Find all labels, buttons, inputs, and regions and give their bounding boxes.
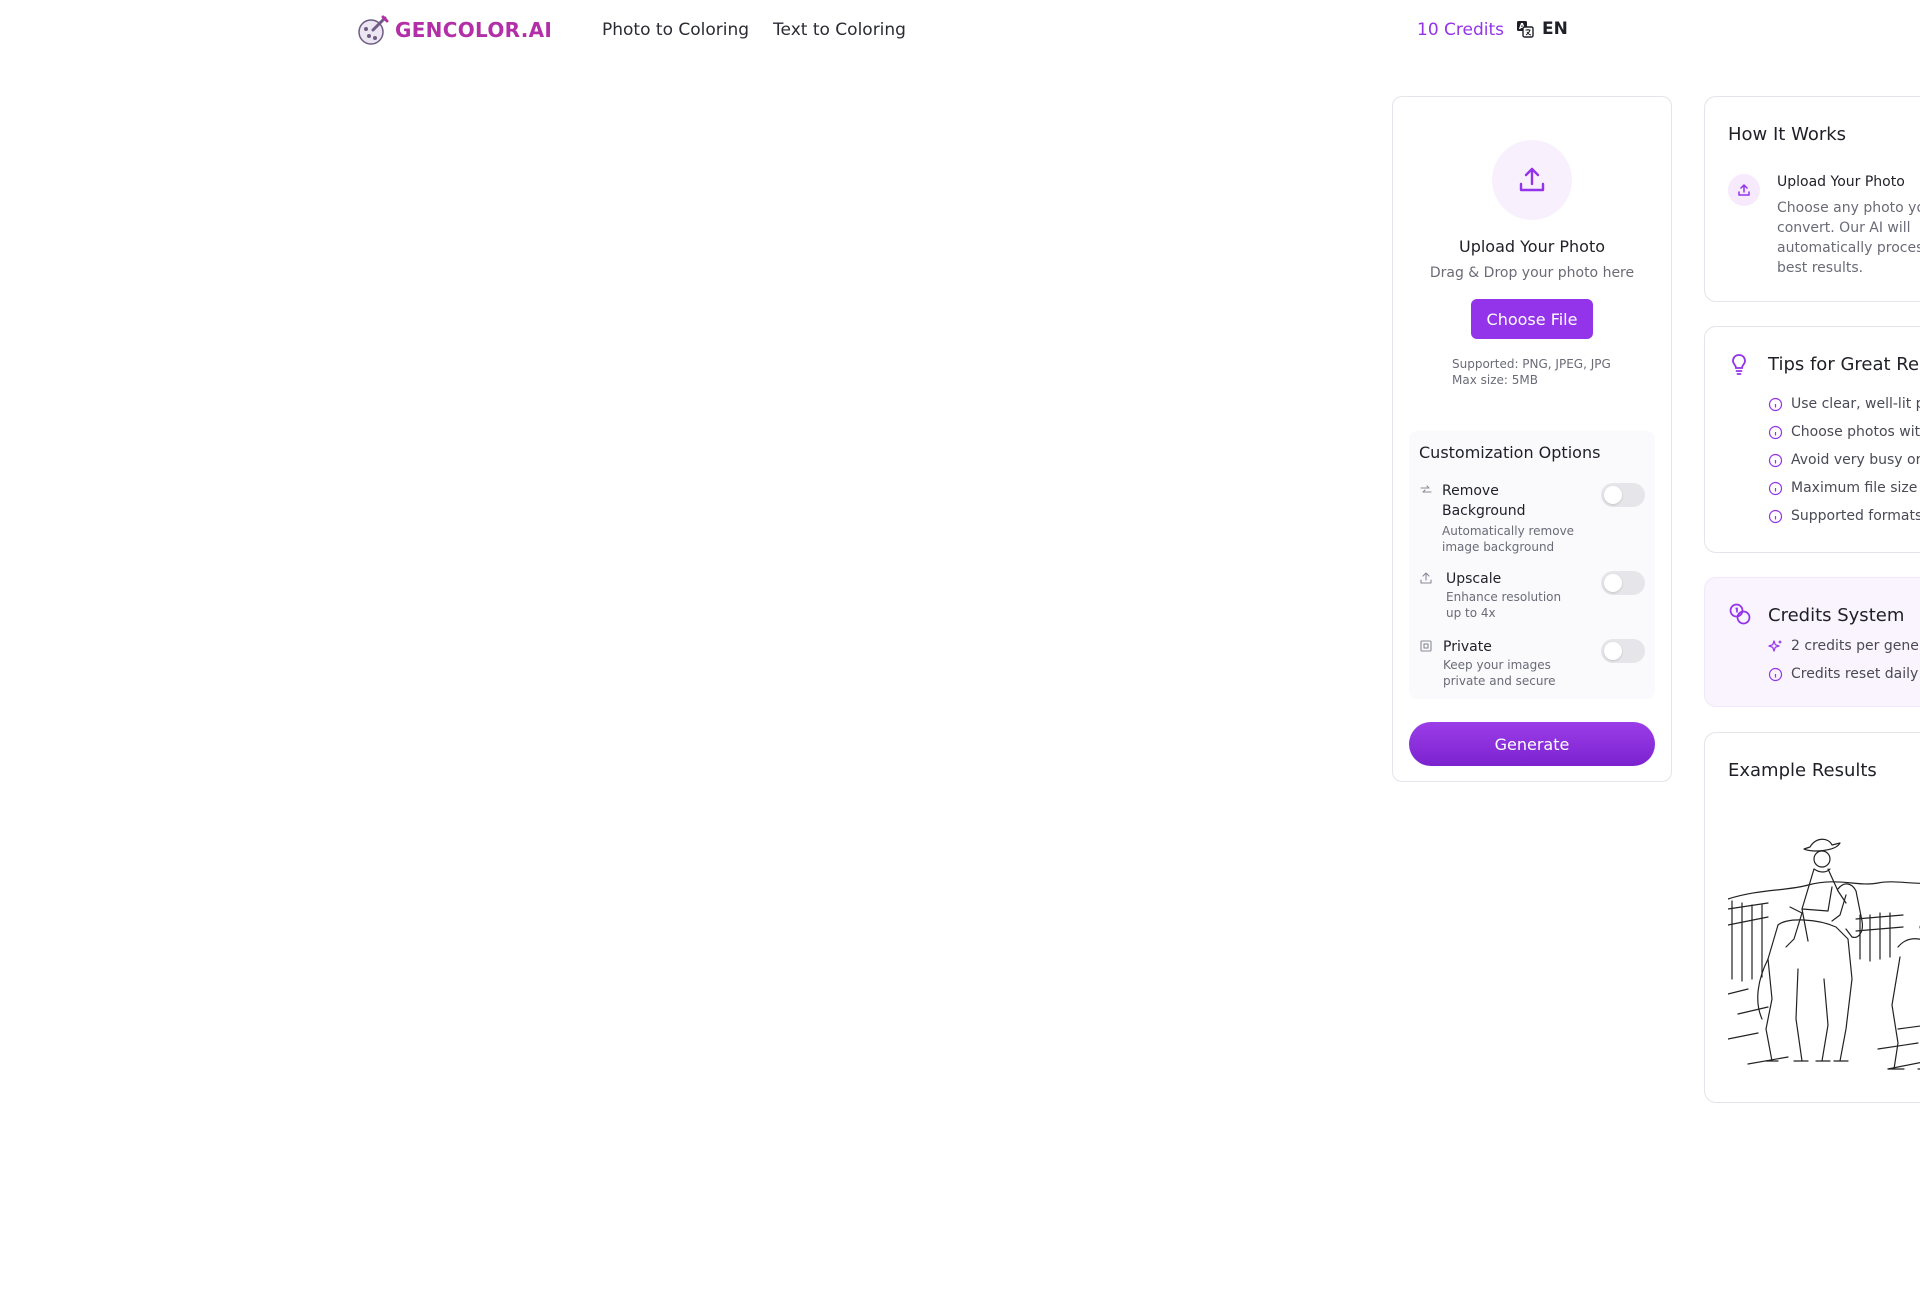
top-navbar: GENCOLOR.AI Photo to Coloring Text to Co… [0, 0, 1920, 58]
language-label: EN [1542, 19, 1568, 39]
info-icon [1768, 667, 1783, 681]
list-item: 2 credits per gene [1768, 632, 1919, 660]
option-remove-background: Remove Background Automatically remove i… [1419, 481, 1645, 554]
option-description: Enhance resolution up to 4x [1446, 590, 1562, 620]
info-icon [1768, 397, 1783, 411]
max-size: Max size: 5MB [1452, 373, 1538, 387]
option-label: Private [1443, 639, 1492, 655]
option-description: Keep your images private and secure [1443, 658, 1556, 688]
remove-background-toggle[interactable] [1601, 483, 1645, 507]
info-icon [1768, 481, 1783, 495]
option-private: Private Keep your images private and sec… [1419, 637, 1645, 693]
credits-list: 2 credits per gene Credits reset daily [1768, 632, 1919, 688]
credits-system-panel: Credits System 2 credits per gene Credit… [1704, 577, 1920, 707]
list-item: Choose photos wit [1768, 418, 1920, 446]
private-toggle[interactable] [1601, 639, 1645, 663]
list-item: Maximum file size [1768, 474, 1920, 502]
brand-logo[interactable]: GENCOLOR.AI [357, 14, 552, 46]
language-switcher[interactable]: A EN [1516, 19, 1568, 39]
customization-title: Customization Options [1419, 443, 1601, 462]
info-icon [1768, 509, 1783, 523]
how-it-works-panel: How It Works Upload Your Photo Choose an… [1704, 96, 1920, 302]
list-item: Supported formats [1768, 502, 1920, 530]
panel-title: Tips for Great Re [1768, 354, 1920, 375]
list-item: Avoid very busy or [1768, 446, 1920, 474]
choose-file-button[interactable]: Choose File [1471, 299, 1593, 339]
upload-card: Upload Your Photo Drag & Drop your photo… [1392, 96, 1672, 782]
info-icon [1768, 425, 1783, 439]
customization-options: Customization Options Remove Background … [1409, 431, 1655, 699]
upload-dropzone[interactable] [1492, 140, 1572, 220]
lightbulb-icon [1732, 354, 1746, 375]
upload-subtitle: Drag & Drop your photo here [1429, 265, 1635, 281]
panel-title: Example Results [1728, 760, 1877, 781]
upscale-toggle[interactable] [1601, 571, 1645, 595]
supported-formats: Supported: PNG, JPEG, JPG [1452, 357, 1611, 371]
brand-name: GENCOLOR.AI [395, 18, 553, 42]
lock-icon [1420, 640, 1432, 652]
list-item: Use clear, well-lit p [1768, 390, 1920, 418]
credits-balance[interactable]: 10 Credits [1417, 20, 1504, 40]
swap-icon [1420, 485, 1432, 493]
tips-list: Use clear, well-lit p Choose photos wit … [1768, 390, 1920, 530]
upload-icon [1519, 167, 1545, 192]
sparkle-icon [1768, 639, 1782, 652]
option-label: Upscale [1446, 571, 1502, 587]
step-description: Choose any photo yo convert. Our AI will… [1777, 200, 1920, 276]
example-results-panel: Example Results [1704, 732, 1920, 1103]
main-nav: Photo to Coloring Text to Coloring [602, 20, 906, 40]
option-description: Automatically remove image background [1442, 524, 1575, 554]
panel-title: Credits System [1768, 605, 1905, 626]
palette-icon [358, 15, 389, 45]
step-upload-icon-wrap [1728, 174, 1760, 206]
upload-title: Upload Your Photo [1458, 237, 1606, 256]
tips-panel: Tips for Great Re Use clear, well-lit p … [1704, 326, 1920, 553]
panel-title: How It Works [1728, 124, 1847, 145]
file-requirements: Supported: PNG, JPEG, JPG Max size: 5MB [1452, 356, 1611, 388]
step-title: Upload Your Photo [1777, 174, 1905, 190]
info-icon [1768, 453, 1783, 467]
option-label: Remove Background [1442, 483, 1526, 519]
option-upscale: Upscale Enhance resolution up to 4x [1419, 569, 1645, 625]
nav-photo-to-coloring[interactable]: Photo to Coloring [602, 20, 749, 40]
upscale-icon [1420, 572, 1432, 584]
generate-button[interactable]: Generate [1409, 722, 1655, 766]
coins-icon [1729, 603, 1751, 625]
list-item: Credits reset daily [1768, 660, 1919, 688]
example-coloring-image [1728, 838, 1920, 1070]
translate-icon: A [1517, 21, 1534, 38]
upload-icon [1738, 184, 1750, 196]
nav-text-to-coloring[interactable]: Text to Coloring [773, 20, 906, 40]
